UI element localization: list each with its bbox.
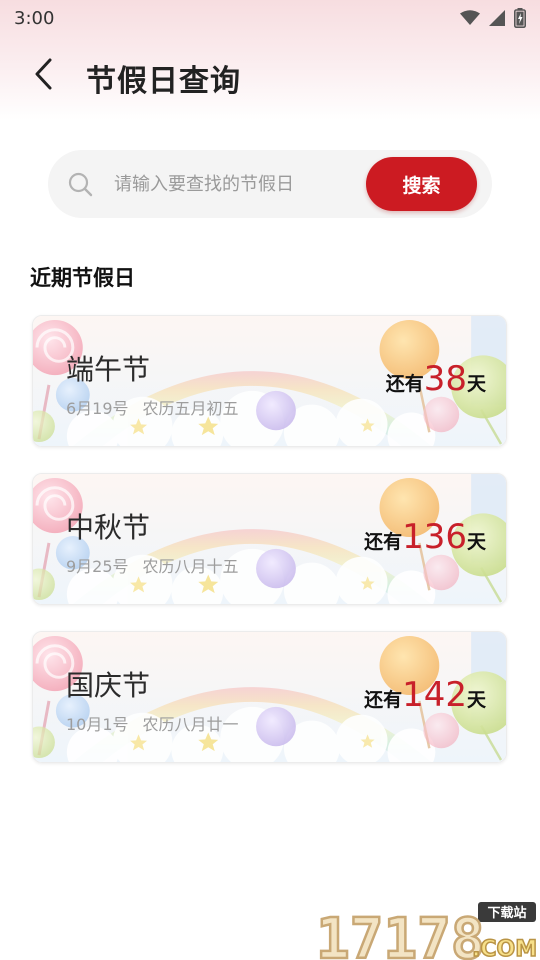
back-button[interactable] (26, 56, 62, 92)
search-icon (68, 172, 93, 197)
holiday-date: 10月1号 农历八月廿一 (66, 711, 239, 735)
holiday-card[interactable]: 端午节 6月19号 农历五月初五 还有 38 天 (32, 315, 507, 447)
countdown-days: 142 (402, 675, 467, 715)
holiday-solar-date: 10月1号 (66, 715, 129, 734)
days-remaining: 还有 142 天 (364, 678, 486, 712)
back-arrow-icon (35, 58, 52, 90)
search-bar: 搜索 (48, 150, 492, 218)
wifi-icon (460, 10, 480, 25)
watermark-number: 17178 (316, 907, 485, 960)
watermark-tag: 下载站 (487, 905, 526, 921)
watermark-suffix: .COM (472, 937, 537, 960)
holiday-solar-date: 9月25号 (66, 557, 129, 576)
page-title: 节假日查询 (86, 64, 241, 99)
section-title: 近期节假日 (30, 266, 135, 290)
signal-icon (489, 10, 505, 26)
search-button[interactable]: 搜索 (366, 157, 477, 211)
holiday-card[interactable]: 中秋节 9月25号 农历八月十五 还有 136 天 (32, 473, 507, 605)
holiday-name: 中秋节 (66, 511, 151, 544)
holiday-lunar-date: 农历五月初五 (142, 399, 239, 418)
days-remaining: 还有 38 天 (386, 362, 486, 396)
countdown-days: 136 (402, 517, 467, 557)
holiday-date: 9月25号 农历八月十五 (66, 553, 239, 577)
days-remaining: 还有 136 天 (364, 520, 486, 554)
holiday-name: 国庆节 (66, 669, 151, 702)
holiday-solar-date: 6月19号 (66, 399, 129, 418)
search-input[interactable] (114, 168, 344, 200)
countdown-suffix: 天 (466, 531, 486, 553)
status-time: 3:00 (14, 7, 55, 29)
status-icons (460, 8, 526, 28)
countdown-suffix: 天 (466, 373, 486, 395)
countdown-prefix: 还有 (385, 373, 424, 395)
countdown-days: 38 (423, 359, 467, 399)
site-watermark-logo: 下载站 17178 .COM (315, 902, 538, 960)
status-bar: 3:00 (0, 0, 540, 36)
battery-icon (514, 8, 526, 28)
holiday-lunar-date: 农历八月十五 (142, 557, 239, 576)
countdown-prefix: 还有 (364, 531, 403, 553)
countdown-suffix: 天 (466, 689, 486, 711)
holiday-lunar-date: 农历八月廿一 (142, 715, 239, 734)
holiday-date: 6月19号 农历五月初五 (66, 395, 239, 419)
holiday-name: 端午节 (66, 353, 151, 386)
countdown-prefix: 还有 (364, 689, 403, 711)
holiday-card[interactable]: 国庆节 10月1号 农历八月廿一 还有 142 天 (32, 631, 507, 763)
app-header: 节假日查询 (0, 48, 540, 100)
